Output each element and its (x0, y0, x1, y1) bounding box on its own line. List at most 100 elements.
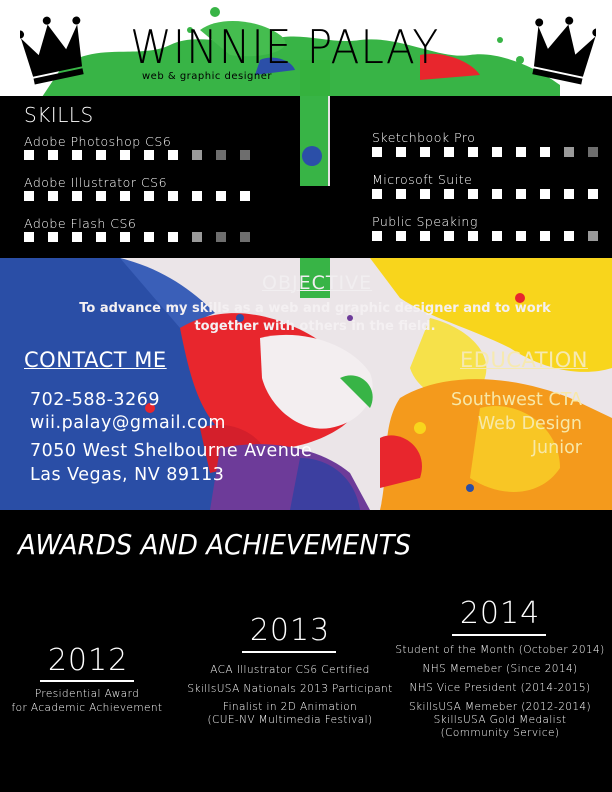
skill-rating (372, 189, 598, 199)
skill-dot (564, 231, 574, 241)
skill-dot (144, 150, 154, 160)
award-year: 2012 (47, 643, 129, 678)
year-rule (452, 634, 546, 636)
skill-dot (192, 191, 202, 201)
skill-name: Public Speaking (372, 214, 478, 229)
skill-dot (168, 150, 178, 160)
skill-dot (144, 191, 154, 201)
crown-icon (20, 16, 84, 85)
award-item: (Community Service) (440, 727, 560, 739)
objective-text: To advance my skills as a web and graphi… (79, 301, 551, 334)
skill-dot (192, 232, 202, 242)
skill-dot (444, 189, 454, 199)
skill-name: Adobe Illustrator CS6 (24, 175, 168, 190)
year-rule (40, 680, 134, 682)
skill-rating (24, 232, 250, 242)
skill-rating (372, 147, 598, 157)
awards-heading: AWARDS AND ACHIEVEMENTS (18, 528, 412, 561)
skill-dot (540, 147, 550, 157)
skill-dot (96, 232, 106, 242)
skill-dot (24, 191, 34, 201)
objective-heading: OBJECTIVE (262, 272, 373, 294)
skill-dot (396, 147, 406, 157)
skill-dot (516, 147, 526, 157)
award-item: NHS Memeber (Since 2014) (422, 663, 578, 675)
education-school: Southwest CTA (450, 390, 582, 410)
skill-dot (192, 150, 202, 160)
skill-rating (372, 231, 598, 241)
award-year: 2014 (459, 596, 541, 631)
award-item: (CUE-NV Multimedia Festival) (207, 714, 373, 726)
skill-dot (72, 191, 82, 201)
award-item: NHS Vice President (2014-2015) (409, 682, 591, 694)
skill-dot (468, 231, 478, 241)
skill-dot (396, 189, 406, 199)
skill-dot (24, 150, 34, 160)
skill-dot (96, 191, 106, 201)
skill-dot (240, 191, 250, 201)
skill-dot (216, 191, 226, 201)
skill-dot (420, 189, 430, 199)
skill-name: Adobe Flash CS6 (24, 216, 137, 231)
skill-name: Microsoft Suite (372, 172, 473, 187)
award-year: 2013 (249, 613, 331, 648)
paint-stripe (300, 96, 330, 186)
skill-dot (444, 147, 454, 157)
skill-dot (468, 189, 478, 199)
skill-dot (96, 150, 106, 160)
skill-dot (516, 189, 526, 199)
education-program: Web Design (477, 414, 582, 434)
skills-heading: SKILLS (24, 103, 94, 127)
skill-name: Adobe Photoshop CS6 (24, 134, 172, 149)
contact-street: 7050 West Shelbourne Avenue (30, 441, 313, 461)
contact-heading: CONTACT ME (24, 348, 167, 372)
skill-dot (120, 150, 130, 160)
skill-dot (372, 189, 382, 199)
year-rule (242, 651, 336, 653)
skill-dot (48, 232, 58, 242)
skill-dot (372, 231, 382, 241)
skill-dot (516, 231, 526, 241)
skill-dot (564, 189, 574, 199)
skill-dot (144, 232, 154, 242)
skill-dot (540, 189, 550, 199)
skill-dot (372, 147, 382, 157)
skill-dot (468, 147, 478, 157)
skill-dot (564, 147, 574, 157)
contact-email: wii.palay@gmail.com (30, 413, 226, 433)
skill-dot (120, 191, 130, 201)
skill-dot (444, 231, 454, 241)
award-item: ACA Illustrator CS6 Certified (210, 664, 370, 676)
contact-city: Las Vegas, NV 89113 (30, 465, 225, 485)
page-title: WINNIE PALAY (130, 20, 440, 74)
skill-dot (72, 232, 82, 242)
skill-dot (588, 231, 598, 241)
skill-dot (540, 231, 550, 241)
skill-rating (24, 150, 250, 160)
skill-dot (492, 189, 502, 199)
skill-dot (120, 232, 130, 242)
skill-rating (24, 191, 250, 201)
skill-dot (588, 189, 598, 199)
education-grade: Junior (531, 438, 582, 458)
skill-dot (216, 150, 226, 160)
skill-dot (588, 147, 598, 157)
award-item: Presidential Award (34, 688, 140, 700)
award-item: Finalist in 2D Animation (222, 701, 358, 713)
skill-dot (492, 147, 502, 157)
skill-dot (48, 150, 58, 160)
tagline: web & graphic designer (142, 71, 272, 82)
skill-dot (396, 231, 406, 241)
skill-dot (168, 232, 178, 242)
skill-dot (492, 231, 502, 241)
skill-dot (72, 150, 82, 160)
skill-dot (240, 150, 250, 160)
header: WINNIE PALAY web & graphic designer (0, 0, 612, 100)
crown-icon (532, 16, 596, 85)
award-item: Student of the Month (October 2014) (395, 644, 605, 656)
skill-dot (216, 232, 226, 242)
skill-dot (24, 232, 34, 242)
skill-dot (168, 191, 178, 201)
contact-phone: 702-588-3269 (30, 390, 160, 410)
skill-dot (240, 232, 250, 242)
